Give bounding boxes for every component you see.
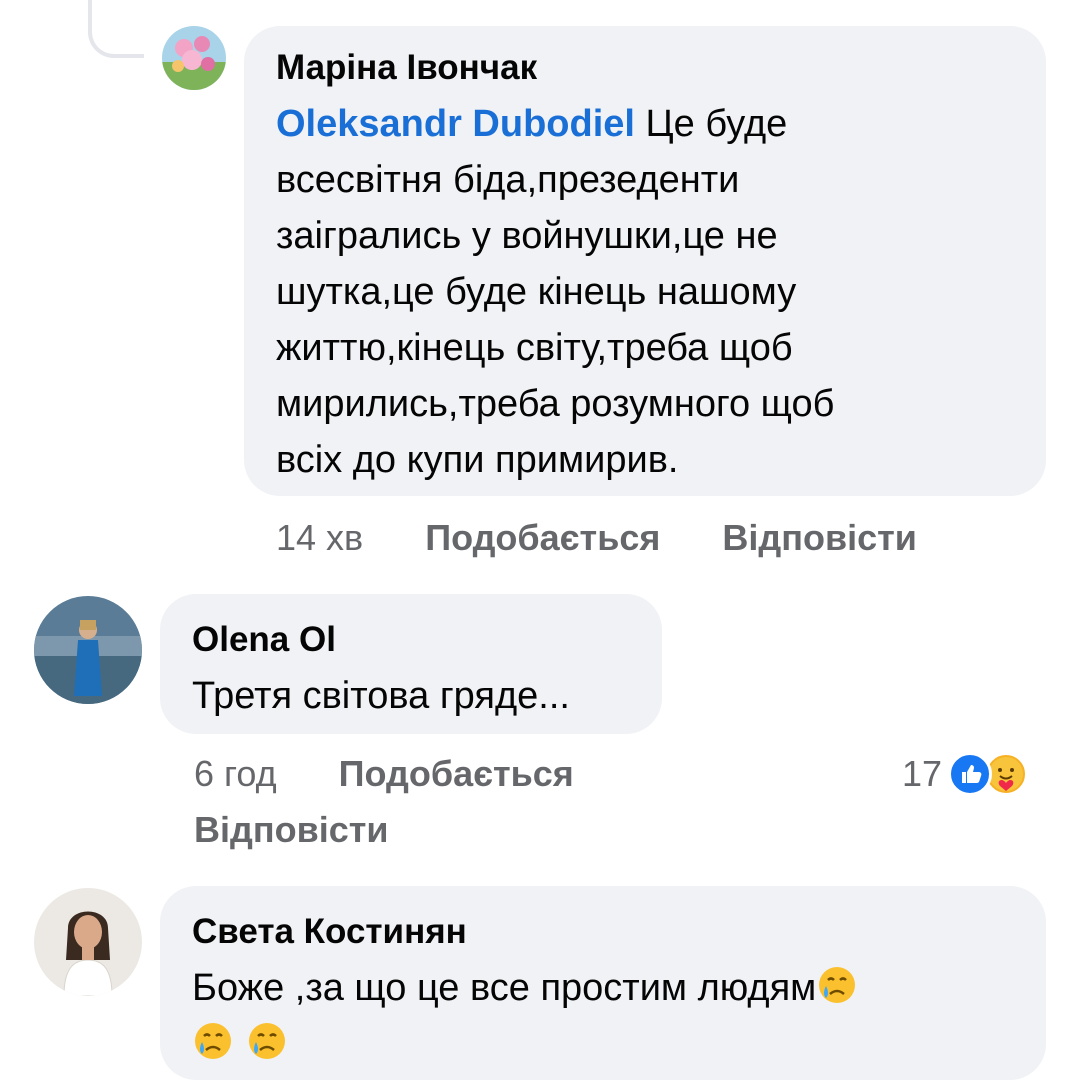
reply-button[interactable]: Відповісти (722, 517, 917, 558)
comment-text-line: життю,кінець світу,треба щоб (276, 327, 793, 369)
avatar[interactable] (162, 26, 226, 90)
comment-text-line: заігрались у войнушки,це не (276, 215, 778, 257)
comment-text: Третя світова гряде... (192, 675, 570, 717)
comment-text: Боже ,за що це все простим людям (192, 960, 1014, 1072)
like-button[interactable]: Подобається (339, 753, 574, 794)
mention-link[interactable]: Oleksandr Dubodiel (276, 103, 635, 145)
crying-face-icon (246, 1020, 288, 1062)
comment-author[interactable]: Света Костинян (192, 912, 1014, 952)
comment-text-line: Це буде (634, 103, 788, 145)
comment-bubble: Света Костинян Боже ,за що це все прости… (160, 886, 1046, 1080)
comments-thread: Маріна Івончак Oleksandr Dubodiel Це буд… (0, 0, 1080, 1086)
comment-author[interactable]: Маріна Івончак (276, 48, 1014, 88)
comment-meta: 14 хв Подобається Відповісти (276, 516, 917, 560)
comment-meta: 6 год Подобається (194, 752, 574, 796)
crying-face-icon (816, 964, 858, 1006)
reply-button[interactable]: Відповісти (194, 809, 389, 850)
comment-text-line: мирились,треба розумного щоб (276, 383, 835, 425)
comment-text-line: всесвітня біда,презеденти (276, 159, 740, 201)
comment-text-line: всіх до купи примирив. (276, 439, 679, 481)
comment-text-line: шутка,це буде кінець нашому (276, 271, 797, 313)
comment-time[interactable]: 6 год (194, 753, 277, 794)
avatar[interactable] (34, 596, 142, 704)
avatar[interactable] (34, 888, 142, 996)
comment-bubble: Маріна Івончак Oleksandr Dubodiel Це буд… (244, 26, 1046, 496)
comment-text: Oleksandr Dubodiel Це буде всесвітня бід… (276, 96, 1014, 488)
reaction-summary[interactable]: 17 (902, 752, 1029, 796)
comment-text-line: Боже ,за що це все простим людям (192, 967, 817, 1009)
comment-bubble: Olena Ol Третя світова гряде... (160, 594, 662, 734)
comment-time[interactable]: 14 хв (276, 517, 363, 558)
reply-thread-connector (88, 0, 144, 58)
like-button[interactable]: Подобається (425, 517, 660, 558)
comment-author[interactable]: Olena Ol (192, 620, 630, 660)
reaction-count: 17 (902, 753, 943, 794)
crying-face-icon (192, 1020, 234, 1062)
comment-meta: Відповісти (194, 808, 389, 852)
like-icon (948, 752, 993, 796)
